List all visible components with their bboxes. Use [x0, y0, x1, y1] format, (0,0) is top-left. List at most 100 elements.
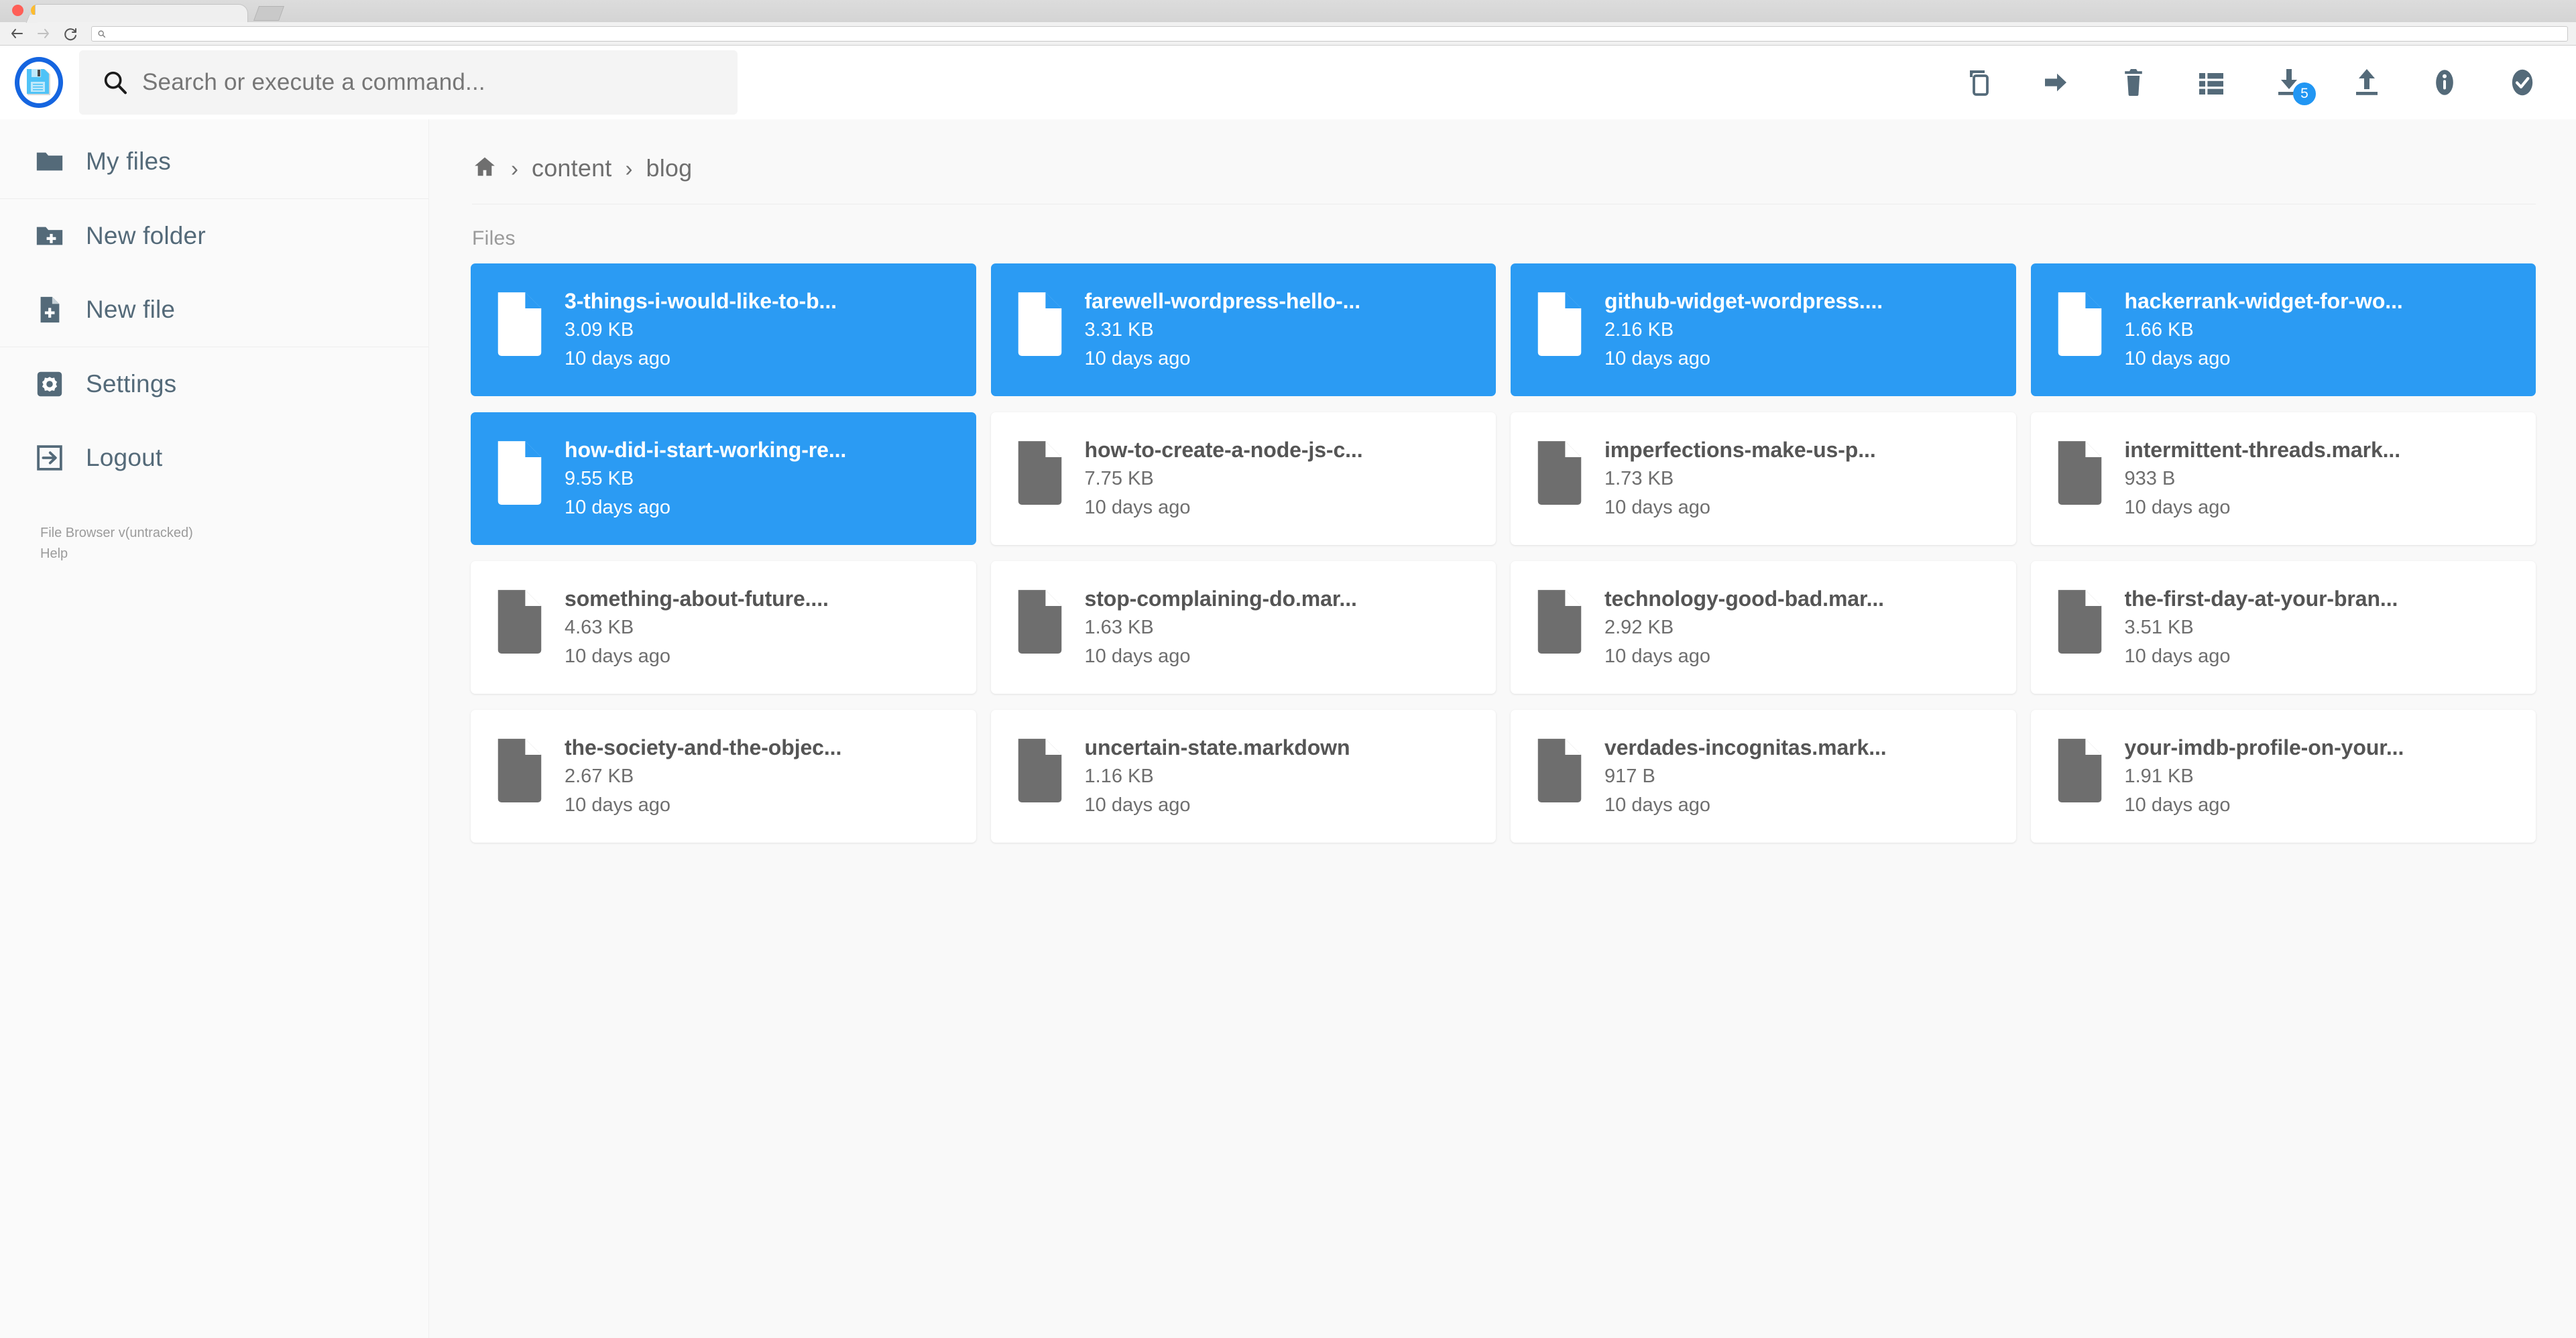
sidebar-group-create: New folder New file — [0, 198, 428, 347]
file-modified-time: 10 days ago — [565, 347, 671, 369]
info-button[interactable] — [2426, 64, 2463, 101]
delete-button[interactable] — [2115, 64, 2152, 101]
file-plus-icon — [34, 294, 66, 326]
file-modified-time: 10 days ago — [1084, 347, 1191, 369]
file-modified-time: 10 days ago — [1084, 645, 1191, 667]
browser-url-bar[interactable] — [91, 25, 2568, 42]
home-icon[interactable] — [472, 154, 497, 183]
reload-icon[interactable] — [62, 25, 79, 42]
file-card[interactable]: how-to-create-a-node-js-c... 7.75 KB 10 da… — [990, 412, 1496, 545]
file-card[interactable]: imperfections-make-us-p... 1.73 KB 10 days… — [1511, 412, 2016, 545]
file-name: 3-things-i-would-like-to-b... — [565, 289, 837, 313]
search-input[interactable]: Search or execute a command... — [142, 69, 485, 96]
file-size: 3.31 KB — [1084, 318, 1154, 341]
file-name: how-to-create-a-node-js-c... — [1084, 438, 1363, 462]
download-button[interactable]: 5 — [2270, 64, 2316, 105]
switch-view-button[interactable] — [2192, 64, 2230, 101]
header-toolbar: 5 — [1959, 64, 2559, 105]
search-bar[interactable]: Search or execute a command... — [79, 50, 738, 115]
file-modified-time: 10 days ago — [1084, 794, 1191, 816]
file-modified-time: 10 days ago — [2124, 645, 2231, 667]
files-section-label: Files — [472, 227, 516, 249]
file-name: how-did-i-start-working-re... — [565, 438, 847, 462]
file-card[interactable]: stop-complaining-do.mar... 1.63 KB 10 days… — [990, 561, 1496, 694]
arrow-left-icon[interactable] — [8, 25, 25, 42]
sidebar-item-my-files[interactable]: My files — [0, 125, 428, 198]
file-card[interactable]: how-did-i-start-working-re... 9.55 KB 10 d… — [471, 412, 976, 545]
file-icon — [2054, 735, 2106, 802]
file-card[interactable]: intermittent-threads.mark... 933 B 10 days… — [2030, 412, 2536, 545]
file-card[interactable]: github-widget-wordpress.... 2.16 KB 10 day… — [1511, 263, 2016, 396]
upload-button[interactable] — [2348, 64, 2386, 101]
file-card[interactable]: 3-things-i-would-like-to-b... 3.09 KB 10 d… — [471, 263, 976, 396]
file-size: 933 B — [2124, 467, 2176, 489]
browser-tabstrip — [0, 0, 2576, 22]
app-version: File Browser v(untracked) — [40, 526, 193, 540]
help-link[interactable]: Help — [40, 544, 428, 564]
sidebar-item-new-folder[interactable]: New folder — [0, 199, 428, 273]
new-tab-button[interactable] — [253, 6, 285, 21]
file-name: technology-good-bad.mar... — [1604, 587, 1884, 611]
search-icon — [104, 71, 127, 95]
file-size: 2.16 KB — [1604, 318, 1674, 341]
file-modified-time: 10 days ago — [1604, 794, 1711, 816]
gear-icon — [34, 368, 66, 400]
select-all-button[interactable] — [2504, 64, 2541, 101]
file-card[interactable]: hackerrank-widget-for-wo... 1.66 KB 10 day… — [2030, 263, 2536, 396]
file-icon — [493, 438, 546, 505]
file-size: 1.63 KB — [1084, 616, 1154, 638]
file-card[interactable]: the-society-and-the-objec... 2.67 KB 10 da… — [471, 710, 976, 843]
sidebar-group-files: My files — [0, 125, 428, 198]
file-icon — [2054, 289, 2106, 356]
app-body: My files New folder New file Settings Lo… — [0, 119, 2576, 1338]
file-name: intermittent-threads.mark... — [2124, 438, 2401, 462]
file-name: something-about-future.... — [565, 587, 829, 611]
sidebar-item-settings[interactable]: Settings — [0, 347, 428, 421]
folder-icon — [34, 145, 66, 178]
copy-button[interactable] — [1959, 64, 1997, 101]
sidebar-item-new-file[interactable]: New file — [0, 273, 428, 347]
breadcrumb-item-blog[interactable]: blog — [646, 154, 693, 182]
close-window-button[interactable] — [12, 5, 23, 16]
file-icon — [1014, 438, 1066, 505]
file-card[interactable]: verdades-incognitas.mark... 917 B 10 days … — [1511, 710, 2016, 843]
file-name: stop-complaining-do.mar... — [1084, 587, 1357, 611]
browser-tab[interactable] — [35, 4, 248, 22]
file-icon — [2054, 438, 2106, 505]
file-name: imperfections-make-us-p... — [1604, 438, 1876, 462]
sidebar-item-label: New folder — [86, 222, 206, 249]
file-card[interactable]: your-imdb-profile-on-your... 1.91 KB 10 da… — [2030, 710, 2536, 843]
file-modified-time: 10 days ago — [2124, 794, 2231, 816]
file-size: 3.51 KB — [2124, 616, 2194, 638]
search-icon — [98, 30, 106, 38]
arrow-right-icon — [2045, 73, 2066, 92]
move-button[interactable] — [2037, 64, 2074, 101]
file-card[interactable]: farewell-wordpress-hello-... 3.31 KB 10 da… — [990, 263, 1496, 396]
sidebar-item-label: Logout — [86, 444, 163, 471]
download-badge: 5 — [2293, 82, 2316, 105]
file-modified-time: 10 days ago — [565, 794, 671, 816]
file-size: 9.55 KB — [565, 467, 634, 489]
file-modified-time: 10 days ago — [2124, 347, 2231, 369]
breadcrumb-separator: › — [511, 156, 518, 181]
file-browser-logo[interactable] — [15, 57, 63, 108]
file-size: 1.91 KB — [2124, 765, 2194, 787]
file-card[interactable]: uncertain-state.markdown 1.16 KB 10 days a… — [990, 710, 1496, 843]
info-icon — [2436, 70, 2453, 95]
file-icon — [493, 735, 546, 802]
arrow-right-icon[interactable] — [35, 25, 52, 42]
file-card[interactable]: the-first-day-at-your-bran... 3.51 KB 10 d… — [2030, 561, 2536, 694]
file-icon — [2054, 587, 2106, 654]
sidebar-item-logout[interactable]: Logout — [0, 421, 428, 495]
file-icon — [1533, 735, 1586, 802]
file-icon — [493, 289, 546, 356]
file-name: the-first-day-at-your-bran... — [2124, 587, 2398, 611]
breadcrumb-item-content[interactable]: content — [532, 154, 612, 182]
file-icon — [1533, 587, 1586, 654]
file-card[interactable]: something-about-future.... 4.63 KB 10 days… — [471, 561, 976, 694]
file-card[interactable]: technology-good-bad.mar... 2.92 KB 10 days… — [1511, 561, 2016, 694]
main-content: › content › blog Files 3-things-i-would-… — [429, 119, 2576, 1338]
copy-icon — [1970, 70, 1989, 96]
file-size: 4.63 KB — [565, 616, 634, 638]
file-icon — [493, 587, 546, 654]
